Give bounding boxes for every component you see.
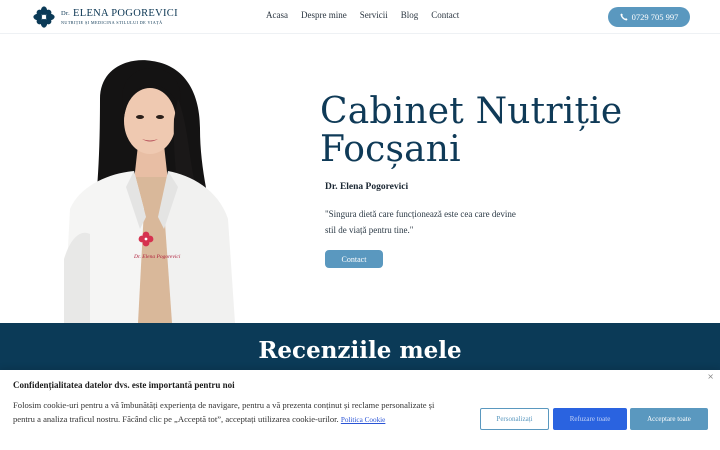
nav-item-despre-mine[interactable]: Despre mine <box>301 10 347 20</box>
hero-title-line1: Cabinet Nutriție <box>320 91 623 132</box>
logo-tagline: NUTRIȚIE ȘI MEDICINA STILULUI DE VIAȚĂ <box>61 20 163 25</box>
hero-title: Cabinet Nutriție Focșani <box>320 93 650 169</box>
cookie-text: Folosim cookie-uri pentru a vă îmbunătăț… <box>13 398 443 427</box>
reject-all-button[interactable]: Refuzare toate <box>553 408 627 430</box>
nav-item-servicii[interactable]: Servicii <box>360 10 388 20</box>
hero-section: Dr. Elena Pogorevici Cabinet Nutriție Fo… <box>0 35 720 323</box>
hero-quote: "Singura dietă care funcționează este ce… <box>325 209 516 235</box>
accept-all-button[interactable]: Acceptare toate <box>630 408 708 430</box>
phone-icon <box>620 13 628 21</box>
site-header: Dr. ELENA POGOREVICI NUTRIȚIE ȘI MEDICINA… <box>0 0 720 34</box>
flower-logo-icon <box>33 6 55 28</box>
coat-label: Dr. Elena Pogorevici <box>133 254 181 260</box>
logo-prefix: Dr. <box>61 10 71 17</box>
customize-button[interactable]: Personalizați <box>480 408 549 430</box>
cookie-title: Confidențialitatea datelor dvs. este imp… <box>13 380 235 390</box>
logo-text: Dr. ELENA POGOREVICI NUTRIȚIE ȘI MEDICINA… <box>61 8 178 26</box>
doctor-portrait: Dr. Elena Pogorevici <box>64 60 235 323</box>
nav-item-contact[interactable]: Contact <box>431 10 459 20</box>
hero-title-line2: Focșani <box>320 129 461 170</box>
hero-subtitle: Dr. Elena Pogorevici <box>325 182 409 192</box>
logo-name: Dr. ELENA POGOREVICI <box>61 8 178 20</box>
logo-name-text: ELENA POGOREVICI <box>73 8 178 19</box>
nav-item-blog[interactable]: Blog <box>401 10 419 20</box>
contact-button[interactable]: Contact <box>325 250 383 268</box>
close-icon[interactable]: × <box>707 372 714 381</box>
phone-button[interactable]: 0729 705 997 <box>608 7 690 27</box>
nav-item-acasa[interactable]: Acasa <box>266 10 288 20</box>
phone-number: 0729 705 997 <box>631 12 679 22</box>
site-logo[interactable]: Dr. ELENA POGOREVICI NUTRIȚIE ȘI MEDICINA… <box>33 6 183 28</box>
cookie-policy-link[interactable]: Politica Cookie <box>341 416 386 424</box>
reviews-title: Recenziile mele <box>258 337 462 364</box>
main-nav: Acasa Despre mine Servicii Blog Contact <box>266 10 472 20</box>
